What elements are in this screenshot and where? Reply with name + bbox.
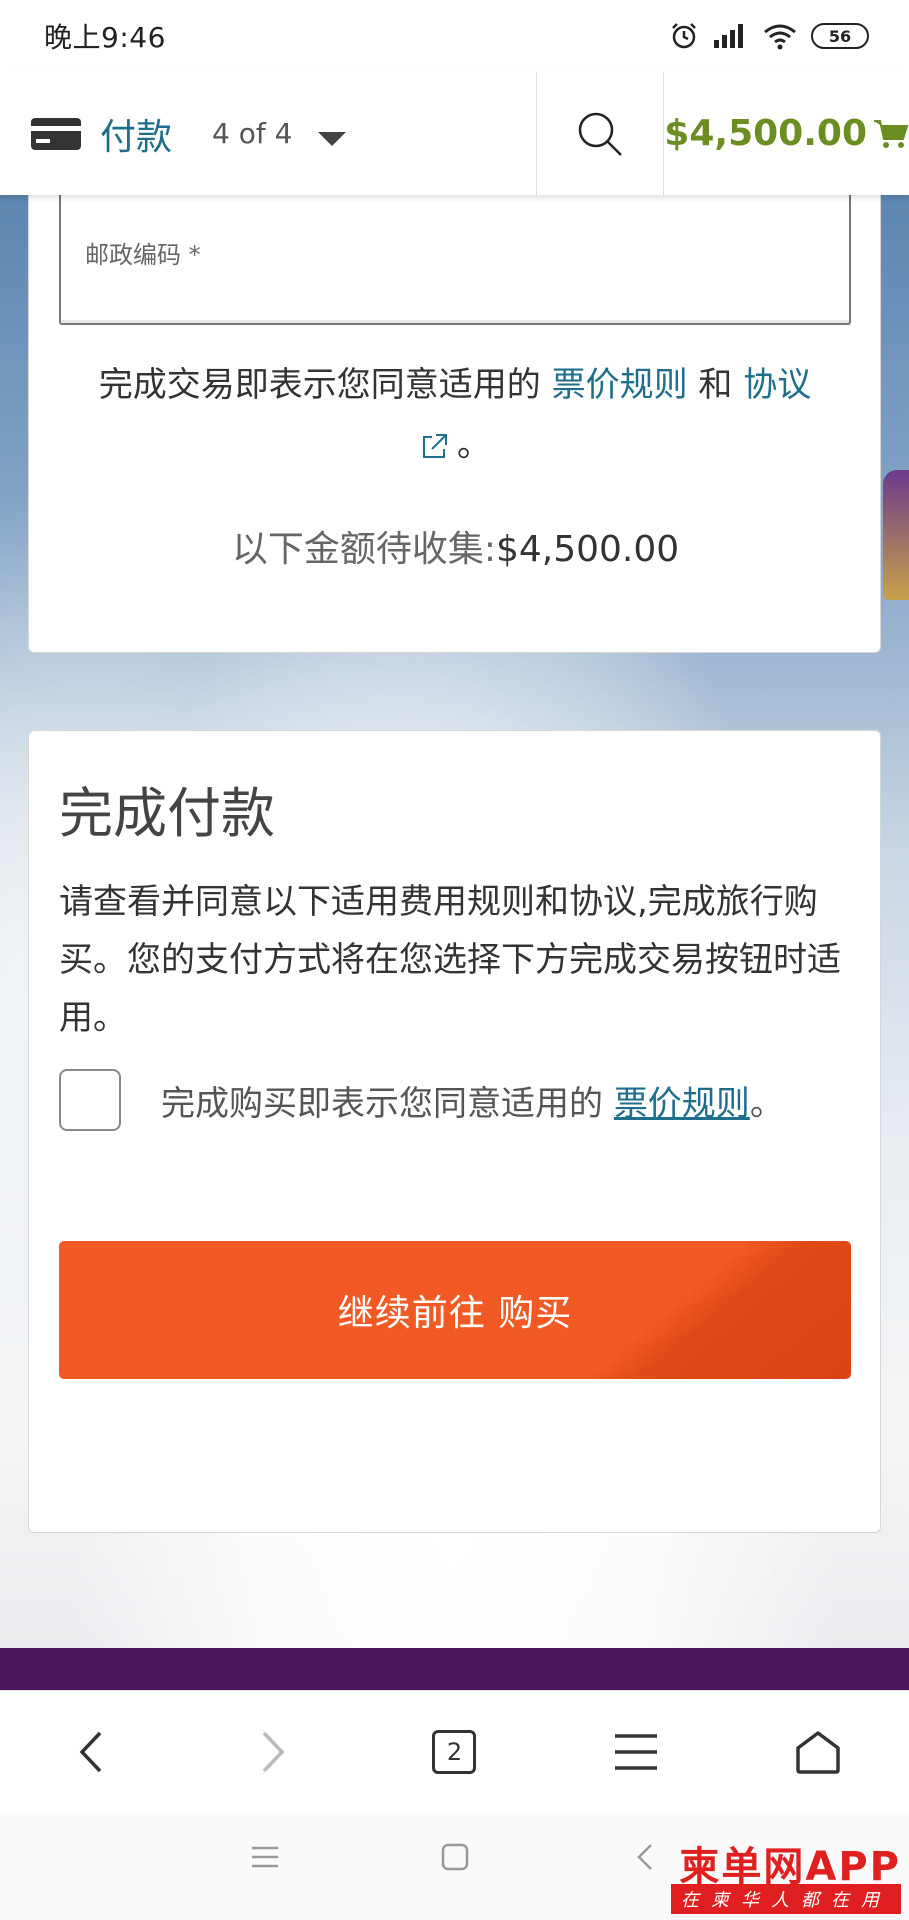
home-icon (796, 1731, 840, 1774)
status-time: 晚上9:46 (44, 21, 166, 54)
square-icon (441, 1843, 469, 1871)
terms-period: 。 (457, 425, 491, 465)
alarm-icon (672, 23, 696, 49)
payment-details-card: 邮政编码 * 完成交易即表示您同意适用的 票价规则 和 协议 。 以下金额待收集… (28, 195, 881, 653)
postal-code-field[interactable]: 邮政编码 * (59, 195, 851, 325)
card-description: 请查看并同意以下适用费用规则和协议,完成旅行购买。您的支付方式将在您选择下方完成… (59, 882, 841, 1038)
collect-label: 以下金额待收集: (231, 529, 496, 570)
status-icons: 56 (669, 21, 869, 51)
external-link-icon[interactable] (419, 432, 449, 462)
cart-amount: $4,500.00 (664, 113, 867, 154)
consent-fare-rules-link[interactable]: 票价规则 (614, 1084, 750, 1124)
checkout-header: 付款 4 of 4 $4,500.00 (0, 72, 909, 195)
fare-rules-link[interactable]: 票价规则 (552, 365, 688, 405)
chevron-down-icon (318, 131, 347, 146)
card-title: 完成付款 (59, 782, 275, 845)
step-label: 付款 (100, 116, 173, 158)
postal-code-label: 邮政编码 * (85, 241, 201, 269)
complete-payment-card: 完成付款 请查看并同意以下适用费用规则和协议,完成旅行购买。您的支付方式将在您选… (28, 730, 881, 1533)
system-home-button[interactable] (440, 1842, 470, 1876)
consent-text: 完成购买即表示您同意适用的 票价规则。 (161, 1076, 784, 1125)
browser-toolbar: 2 (0, 1690, 909, 1813)
terms-notice: 完成交易即表示您同意适用的 票价规则 和 协议 。 (59, 355, 851, 475)
step-selector[interactable]: 付款 4 of 4 (0, 72, 536, 195)
back-button[interactable] (31, 1702, 151, 1802)
cart-button[interactable]: $4,500.00 (663, 72, 909, 195)
agreement-link[interactable]: 协议 (743, 365, 811, 405)
credit-card-icon (31, 117, 81, 150)
status-bar: 晚上9:46 56 (0, 0, 909, 72)
menu-button[interactable] (576, 1702, 696, 1802)
terms-prefix: 完成交易即表示您同意适用的 (98, 365, 541, 405)
system-menu-button[interactable] (250, 1842, 280, 1876)
menu-icon (615, 1734, 658, 1770)
collect-amount: $4,500.00 (495, 529, 680, 570)
forward-arrow-icon (262, 1731, 285, 1773)
tabs-button[interactable]: 2 (394, 1702, 514, 1802)
terms-and: 和 (698, 365, 733, 405)
consent-suffix: 。 (749, 1084, 784, 1124)
continue-purchase-button[interactable]: 继续前往 购买 (59, 1241, 851, 1379)
search-button[interactable] (536, 72, 663, 195)
footer-band (0, 1648, 909, 1690)
airplane-tail-image (883, 470, 909, 600)
consent-prefix: 完成购买即表示您同意适用的 (161, 1084, 603, 1124)
forward-button[interactable] (213, 1702, 333, 1802)
search-icon (579, 112, 623, 156)
amount-to-collect: 以下金额待收集:$4,500.00 (29, 520, 882, 572)
signal-icon (714, 24, 743, 48)
recents-icon (252, 1846, 278, 1868)
wifi-icon (764, 24, 796, 50)
watermark-logo: 柬单网APP 在柬华人都在用 (651, 1834, 901, 1914)
watermark-sub: 在柬华人都在用 (671, 1884, 901, 1914)
cart-icon (874, 119, 909, 148)
battery-indicator: 56 (811, 23, 869, 49)
step-count: 4 of 4 (212, 117, 293, 150)
tab-count: 2 (432, 1730, 477, 1774)
home-button[interactable] (758, 1702, 878, 1802)
back-arrow-icon (79, 1731, 102, 1773)
agree-checkbox[interactable] (59, 1069, 121, 1131)
